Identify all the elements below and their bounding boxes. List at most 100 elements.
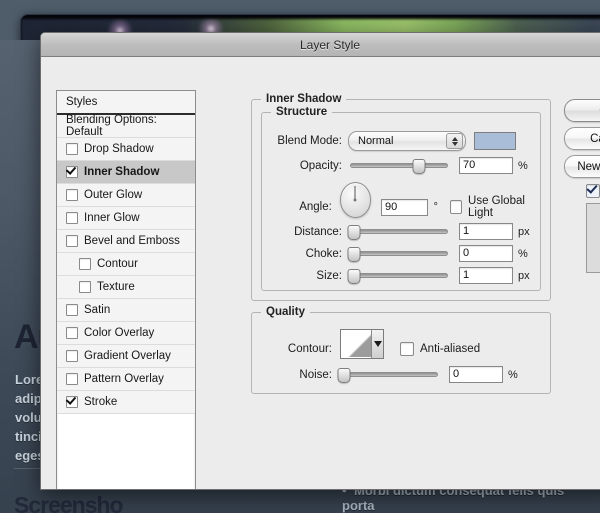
- quality-group-label: Quality: [261, 306, 310, 318]
- sidebar-item-color-overlay[interactable]: Color Overlay: [57, 322, 195, 345]
- size-slider-thumb[interactable]: [347, 268, 361, 284]
- angle-label: Angle:: [299, 201, 332, 213]
- distance-slider[interactable]: [347, 224, 448, 240]
- new-style-button[interactable]: New Style...: [564, 155, 600, 178]
- dialog-titlebar[interactable]: Layer Style: [41, 33, 600, 57]
- structure-group: Structure Blend Mode: Normal Opacity: 70…: [261, 106, 541, 291]
- sidebar-item-label: Gradient Overlay: [84, 350, 171, 362]
- choke-label: Choke:: [305, 247, 342, 260]
- preview-box-icon[interactable]: [586, 184, 600, 198]
- sidebar-item-inner-glow[interactable]: Inner Glow: [57, 207, 195, 230]
- noise-input[interactable]: 0: [449, 366, 503, 383]
- opacity-label: Opacity:: [299, 159, 342, 172]
- pattern-overlay-checkbox[interactable]: [66, 373, 78, 385]
- sidebar-item-label: Outer Glow: [84, 189, 143, 201]
- styles-list-header-label: Styles: [66, 96, 98, 108]
- contour-checkbox[interactable]: [79, 258, 91, 270]
- blend-mode-select[interactable]: Normal: [348, 131, 466, 151]
- blending-options-label: Blending Options: Default: [66, 114, 157, 138]
- inner-shadow-group: Inner Shadow Structure Blend Mode: Norma…: [251, 93, 551, 301]
- size-slider[interactable]: [347, 268, 448, 284]
- opacity-slider[interactable]: [350, 158, 448, 174]
- cancel-button[interactable]: Cancel: [564, 127, 600, 150]
- sidebar-item-label: Texture: [97, 281, 135, 293]
- choke-slider-thumb[interactable]: [347, 246, 361, 262]
- sidebar-item-contour[interactable]: Contour: [57, 253, 195, 276]
- sidebar-item-blending-options[interactable]: Blending Options: Default: [57, 114, 195, 138]
- inner-shadow-group-label: Inner Shadow: [261, 93, 347, 105]
- structure-group-label: Structure: [271, 106, 333, 118]
- stroke-checkbox[interactable]: [66, 396, 78, 408]
- ok-button[interactable]: OK: [564, 99, 600, 122]
- use-global-light-checkbox[interactable]: Use Global Light: [449, 195, 540, 219]
- sidebar-item-label: Inner Shadow: [84, 166, 160, 178]
- choke-input[interactable]: 0: [459, 245, 513, 262]
- quality-group: Quality Contour: Anti-aliased Noise: 0 %: [251, 306, 551, 394]
- use-global-light-label: Use Global Light: [468, 195, 525, 219]
- contour-dropdown-arrow[interactable]: [371, 330, 383, 358]
- opacity-unit: %: [518, 159, 528, 172]
- noise-label: Noise:: [299, 368, 332, 381]
- blend-mode-label: Blend Mode:: [277, 135, 342, 147]
- angle-hub-icon: [353, 198, 357, 202]
- anti-aliased-label: Anti-aliased: [420, 342, 481, 355]
- use-global-light-box[interactable]: [449, 200, 463, 214]
- contour-field-label: Contour:: [287, 342, 332, 355]
- color-overlay-checkbox[interactable]: [66, 327, 78, 339]
- angle-unit: °: [433, 201, 438, 213]
- inner-glow-checkbox[interactable]: [66, 212, 78, 224]
- outer-glow-checkbox[interactable]: [66, 189, 78, 201]
- opacity-input[interactable]: 70: [459, 157, 513, 174]
- opacity-slider-thumb[interactable]: [412, 158, 426, 174]
- choke-unit: %: [518, 247, 528, 260]
- sidebar-item-label: Contour: [97, 258, 138, 270]
- sidebar-item-texture[interactable]: Texture: [57, 276, 195, 299]
- sidebar-item-drop-shadow[interactable]: Drop Shadow: [57, 138, 195, 161]
- distance-input[interactable]: 1: [459, 223, 513, 240]
- noise-slider-thumb[interactable]: [337, 367, 351, 383]
- size-unit: px: [518, 269, 530, 282]
- sidebar-item-label: Drop Shadow: [84, 143, 154, 155]
- gradient-overlay-checkbox[interactable]: [66, 350, 78, 362]
- stepper-icon[interactable]: [446, 133, 463, 149]
- cancel-button-label: Cancel: [590, 132, 600, 145]
- sidebar-item-label: Pattern Overlay: [84, 373, 164, 385]
- sidebar-item-label: Bevel and Emboss: [84, 235, 180, 247]
- size-input[interactable]: 1: [459, 267, 513, 284]
- styles-list-header[interactable]: Styles: [57, 91, 195, 115]
- sidebar-item-bevel-and-emboss[interactable]: Bevel and Emboss: [57, 230, 195, 253]
- blend-color-swatch[interactable]: [474, 132, 516, 150]
- inner-shadow-checkbox[interactable]: [66, 166, 78, 178]
- background-heading-sub: Screensho: [14, 492, 124, 513]
- bevel-and-emboss-checkbox[interactable]: [66, 235, 78, 247]
- distance-label: Distance:: [294, 225, 342, 238]
- sidebar-item-label: Stroke: [84, 396, 118, 408]
- angle-dial[interactable]: [339, 182, 371, 218]
- blend-mode-value: Normal: [358, 135, 394, 147]
- drop-shadow-checkbox[interactable]: [66, 143, 78, 155]
- sidebar-item-pattern-overlay[interactable]: Pattern Overlay: [57, 368, 195, 391]
- distance-slider-thumb[interactable]: [347, 224, 361, 240]
- sidebar-item-label: Color Overlay: [84, 327, 155, 339]
- new-style-button-label: New Style...: [577, 160, 600, 173]
- sidebar-item-label: Satin: [84, 304, 111, 316]
- layer-preview-thumbnail: [586, 203, 600, 273]
- dialog-body: Styles Blending Options: Default Drop Sh…: [41, 57, 600, 489]
- sidebar-item-outer-glow[interactable]: Outer Glow: [57, 184, 195, 207]
- texture-checkbox[interactable]: [79, 281, 91, 293]
- styles-list-panel[interactable]: Styles Blending Options: Default Drop Sh…: [56, 90, 196, 489]
- satin-checkbox[interactable]: [66, 304, 78, 316]
- sidebar-item-stroke[interactable]: Stroke: [57, 391, 195, 414]
- anti-aliased-checkbox[interactable]: Anti-aliased: [400, 341, 481, 356]
- preview-checkbox[interactable]: Preview: [586, 184, 600, 198]
- layer-style-dialog: Layer Style Styles Blending Options: Def…: [40, 32, 600, 490]
- noise-slider[interactable]: [337, 367, 438, 383]
- angle-input[interactable]: 90: [380, 198, 429, 216]
- contour-preview[interactable]: [340, 329, 384, 359]
- anti-aliased-box[interactable]: [400, 341, 414, 356]
- sidebar-item-satin[interactable]: Satin: [57, 299, 195, 322]
- sidebar-item-inner-shadow[interactable]: Inner Shadow: [57, 161, 195, 184]
- sidebar-item-gradient-overlay[interactable]: Gradient Overlay: [57, 345, 195, 368]
- choke-slider[interactable]: [347, 246, 448, 262]
- distance-unit: px: [518, 225, 530, 238]
